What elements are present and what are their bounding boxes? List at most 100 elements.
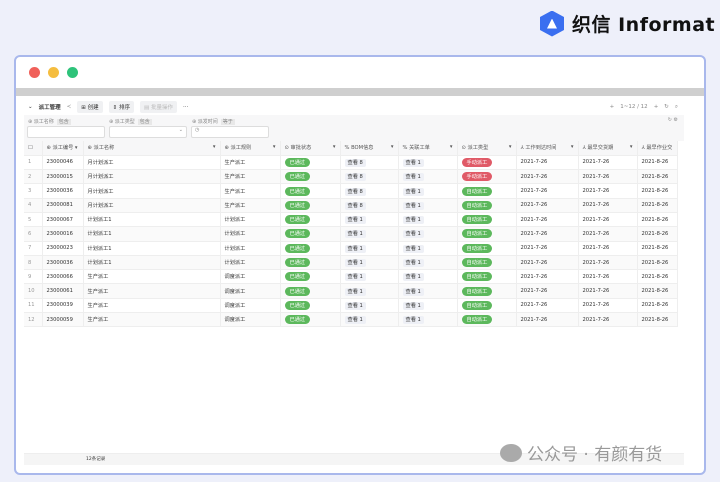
type-badge: 自动派工: [461, 200, 493, 210]
bom-link[interactable]: 查看 1: [344, 316, 366, 325]
filter-op[interactable]: 包含: [137, 119, 152, 125]
bom-link[interactable]: 查看 8: [344, 187, 366, 196]
cell-delivery: 2021-7-26: [578, 198, 638, 213]
cell-status: 已通过: [280, 298, 341, 314]
order-link[interactable]: 查看 1: [402, 158, 424, 167]
order-link[interactable]: 查看 1: [402, 216, 424, 225]
cell-bom: 查看 1: [340, 298, 399, 314]
col-header[interactable]: ⊙ 审批状态 ▾: [280, 141, 341, 156]
cell-link: 查看 1: [398, 255, 458, 271]
bom-link[interactable]: 查看 8: [344, 158, 366, 167]
type-badge: 手动派工: [461, 157, 493, 167]
order-link[interactable]: 查看 1: [402, 287, 424, 296]
order-link[interactable]: 查看 1: [402, 273, 424, 282]
next-page-icon[interactable]: +: [654, 104, 659, 111]
order-link[interactable]: 查看 1: [402, 173, 424, 182]
col-header[interactable]: ⊙ 派工类型 ▾: [457, 141, 517, 156]
date-filter-input[interactable]: ◷: [191, 126, 269, 138]
collapse-chevron-icon[interactable]: ⌄: [28, 104, 33, 110]
divider: [16, 88, 704, 96]
col-header[interactable]: ⅄ 工作到达时间 ▾: [516, 141, 579, 156]
maximize-dot[interactable]: [67, 67, 78, 78]
table-row[interactable]: 12 23000059 生产派工 调度派工 已通过 查看 1 查看 1 自动派工…: [24, 312, 678, 328]
cell-rule: 调度派工: [220, 298, 281, 314]
cell-link: 查看 1: [398, 283, 458, 299]
table-row[interactable]: 9 23000066 生产派工 调度派工 已通过 查看 1 查看 1 自动派工 …: [24, 269, 678, 285]
search-icon[interactable]: ⌕: [675, 104, 678, 111]
batch-button[interactable]: ▤ 批量操作: [139, 101, 177, 113]
table-row[interactable]: 6 23000016 计划派工1 计划派工 已通过 查看 1 查看 1 自动派工…: [24, 226, 678, 242]
select-all-checkbox[interactable]: ☐: [24, 141, 43, 156]
order-link[interactable]: 查看 1: [402, 316, 424, 325]
col-label: 最早交货期: [587, 145, 614, 152]
table-row[interactable]: 2 23000015 月计划派工 生产派工 已通过 查看 8 查看 1 手动派工…: [24, 169, 678, 185]
type-filter-select[interactable]: ⌄: [109, 126, 187, 138]
cell-type: 自动派工: [457, 283, 517, 299]
status-badge: 已通过: [284, 172, 311, 182]
bom-link[interactable]: 查看 8: [344, 201, 366, 210]
more-button[interactable]: ···: [183, 104, 188, 110]
bom-link[interactable]: 查看 8: [344, 173, 366, 182]
bom-link[interactable]: 查看 1: [344, 244, 366, 253]
cell-rule: 生产派工: [220, 155, 281, 171]
cell-rule: 计划派工: [220, 241, 281, 256]
type-badge: 自动派工: [461, 286, 493, 296]
minimize-dot[interactable]: [48, 67, 59, 78]
order-link[interactable]: 查看 1: [402, 201, 424, 210]
order-link[interactable]: 查看 1: [402, 244, 424, 253]
col-header[interactable]: % 关联工单 ▾: [398, 141, 458, 156]
bom-link[interactable]: 查看 1: [344, 287, 366, 296]
cell-rule: 计划派工: [220, 226, 281, 242]
table-row[interactable]: 11 23000039 生产派工 调度派工 已通过 查看 1 查看 1 自动派工…: [24, 298, 678, 314]
cell-work: 2021-8-26: [637, 155, 678, 171]
cell-delivery: 2021-7-26: [578, 169, 638, 185]
cell-status: 已通过: [280, 198, 341, 213]
name-filter-input[interactable]: [27, 126, 105, 138]
bom-link[interactable]: 查看 1: [344, 273, 366, 282]
cell-id: 23000066: [42, 269, 84, 285]
prev-page-icon[interactable]: +: [610, 104, 615, 111]
share-icon[interactable]: ≺: [67, 104, 72, 110]
order-link[interactable]: 查看 1: [402, 230, 424, 239]
col-header[interactable]: ⅄ 最早交货期 ▾: [578, 141, 638, 156]
cell-arrival: 2021-7-26: [516, 255, 579, 271]
bom-link[interactable]: 查看 1: [344, 259, 366, 268]
order-link[interactable]: 查看 1: [402, 301, 424, 310]
cell-delivery: 2021-7-26: [578, 298, 638, 314]
create-button[interactable]: ⊞ 创建: [77, 101, 103, 113]
table-row[interactable]: 3 23000036 月计划派工 生产派工 已通过 查看 8 查看 1 自动派工…: [24, 183, 678, 199]
table-row[interactable]: 8 23000036 计划派工1 计划派工 已通过 查看 1 查看 1 自动派工…: [24, 255, 678, 271]
cell-delivery: 2021-7-26: [578, 312, 638, 328]
col-header[interactable]: ⊕ 派工名称 ▾: [83, 141, 221, 156]
cell-type: 自动派工: [457, 212, 517, 228]
table-row[interactable]: 5 23000067 计划派工1 计划派工 已通过 查看 1 查看 1 自动派工…: [24, 212, 678, 228]
bom-link[interactable]: 查看 1: [344, 216, 366, 225]
col-header[interactable]: ⊕ 派工规则 ▾: [220, 141, 281, 156]
bom-link[interactable]: 查看 1: [344, 301, 366, 310]
col-header[interactable]: ⅄ 最早作业交: [637, 141, 678, 156]
bom-link[interactable]: 查看 1: [344, 230, 366, 239]
cell-delivery: 2021-7-26: [578, 241, 638, 256]
cell-id: 23000059: [42, 312, 84, 328]
type-badge: 自动派工: [461, 215, 493, 225]
filter-settings-icon[interactable]: ↻ ⚙: [668, 117, 678, 123]
filter-op[interactable]: 包含: [56, 119, 71, 125]
col-header[interactable]: % BOM信息 ▾: [340, 141, 399, 156]
order-link[interactable]: 查看 1: [402, 187, 424, 196]
table-row[interactable]: 4 23000081 月计划派工 生产派工 已通过 查看 8 查看 1 自动派工…: [24, 198, 678, 213]
cell-arrival: 2021-7-26: [516, 283, 579, 299]
cell-name: 计划派工1: [83, 241, 221, 256]
close-dot[interactable]: [29, 67, 40, 78]
cell-status: 已通过: [280, 183, 341, 199]
table-row[interactable]: 10 23000061 生产派工 调度派工 已通过 查看 1 查看 1 自动派工…: [24, 283, 678, 299]
status-badge: 已通过: [284, 200, 311, 210]
table-row[interactable]: 7 23000023 计划派工1 计划派工 已通过 查看 1 查看 1 自动派工…: [24, 241, 678, 256]
refresh-icon[interactable]: ↻: [664, 104, 669, 111]
table-row[interactable]: 1 23000046 月计划派工 生产派工 已通过 查看 8 查看 1 手动派工…: [24, 155, 678, 171]
col-label: 审批状态: [290, 145, 312, 152]
col-label: 最早作业交: [646, 145, 673, 152]
sort-button[interactable]: ⇕ 排序: [108, 101, 134, 113]
col-header[interactable]: ⊕ 派工编号 ▾: [42, 141, 84, 156]
order-link[interactable]: 查看 1: [402, 259, 424, 268]
filter-op[interactable]: 等于: [220, 119, 235, 125]
